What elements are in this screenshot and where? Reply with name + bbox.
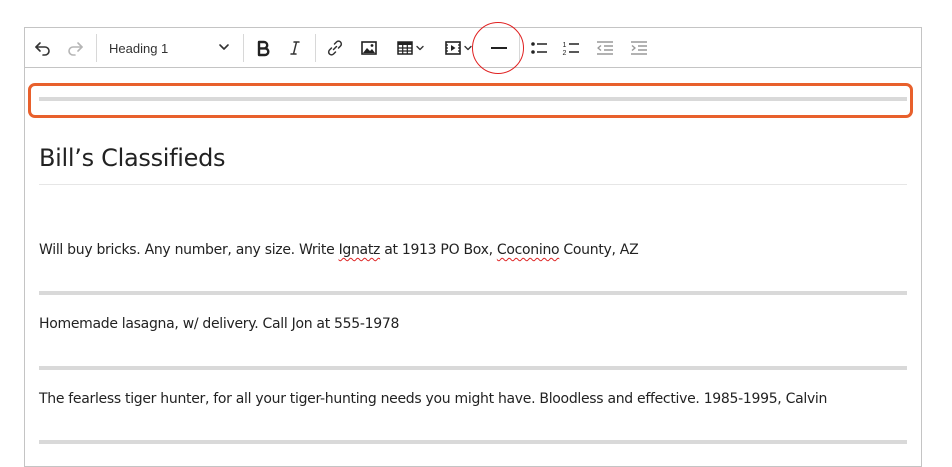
numbered-list-button[interactable]: 1 2 (559, 36, 583, 60)
highlight-rectangle (28, 83, 913, 118)
redo-button[interactable] (63, 36, 87, 60)
misspelled-word: Coconino (496, 242, 560, 258)
classified-ad: Homemade lasagna, w/ delivery. Call Jon … (39, 316, 400, 332)
misspelled-word: Ignatz (338, 242, 381, 258)
ad-text: at 1913 PO Box, (380, 242, 497, 258)
bold-icon (257, 40, 270, 57)
media-icon (445, 41, 461, 55)
svg-text:1: 1 (563, 42, 567, 49)
svg-text:2: 2 (563, 50, 567, 57)
link-icon (327, 40, 343, 56)
classified-ad: The fearless tiger hunter, for all your … (39, 391, 828, 407)
horizontal-line (39, 440, 907, 444)
toolbar-separator (96, 34, 97, 62)
horizontal-line (39, 291, 907, 295)
bold-button[interactable] (251, 36, 275, 60)
image-icon (361, 41, 377, 55)
ad-text: Will buy bricks. Any number, any size. W… (39, 242, 339, 258)
page-heading: Bill’s Classifieds (39, 144, 226, 172)
indent-button[interactable] (627, 36, 651, 60)
table-icon (397, 41, 413, 55)
chevron-down-icon (219, 44, 229, 50)
undo-icon (35, 42, 50, 56)
toolbar-separator (243, 34, 244, 62)
outdent-button[interactable] (593, 36, 617, 60)
horizontal-line (39, 366, 907, 370)
link-button[interactable] (323, 36, 347, 60)
toolbar-separator (315, 34, 316, 62)
bulleted-list-button[interactable] (527, 36, 551, 60)
bulleted-list-icon (531, 42, 547, 54)
chevron-down-icon (416, 45, 424, 51)
heading-dropdown[interactable]: Heading 1 (103, 36, 235, 60)
italic-button[interactable] (283, 36, 307, 60)
table-button[interactable] (391, 36, 431, 60)
redo-icon (68, 42, 83, 56)
ad-text: County, AZ (559, 242, 639, 258)
italic-icon (290, 41, 300, 55)
indent-icon (631, 41, 647, 55)
undo-button[interactable] (31, 36, 55, 60)
heading-dropdown-value: Heading 1 (109, 40, 169, 56)
numbered-list-icon: 1 2 (563, 42, 579, 57)
highlight-circle (472, 22, 524, 74)
classified-ad: Will buy bricks. Any number, any size. W… (39, 242, 639, 258)
heading-underline (39, 184, 907, 185)
image-button[interactable] (357, 36, 381, 60)
outdent-icon (597, 41, 613, 55)
